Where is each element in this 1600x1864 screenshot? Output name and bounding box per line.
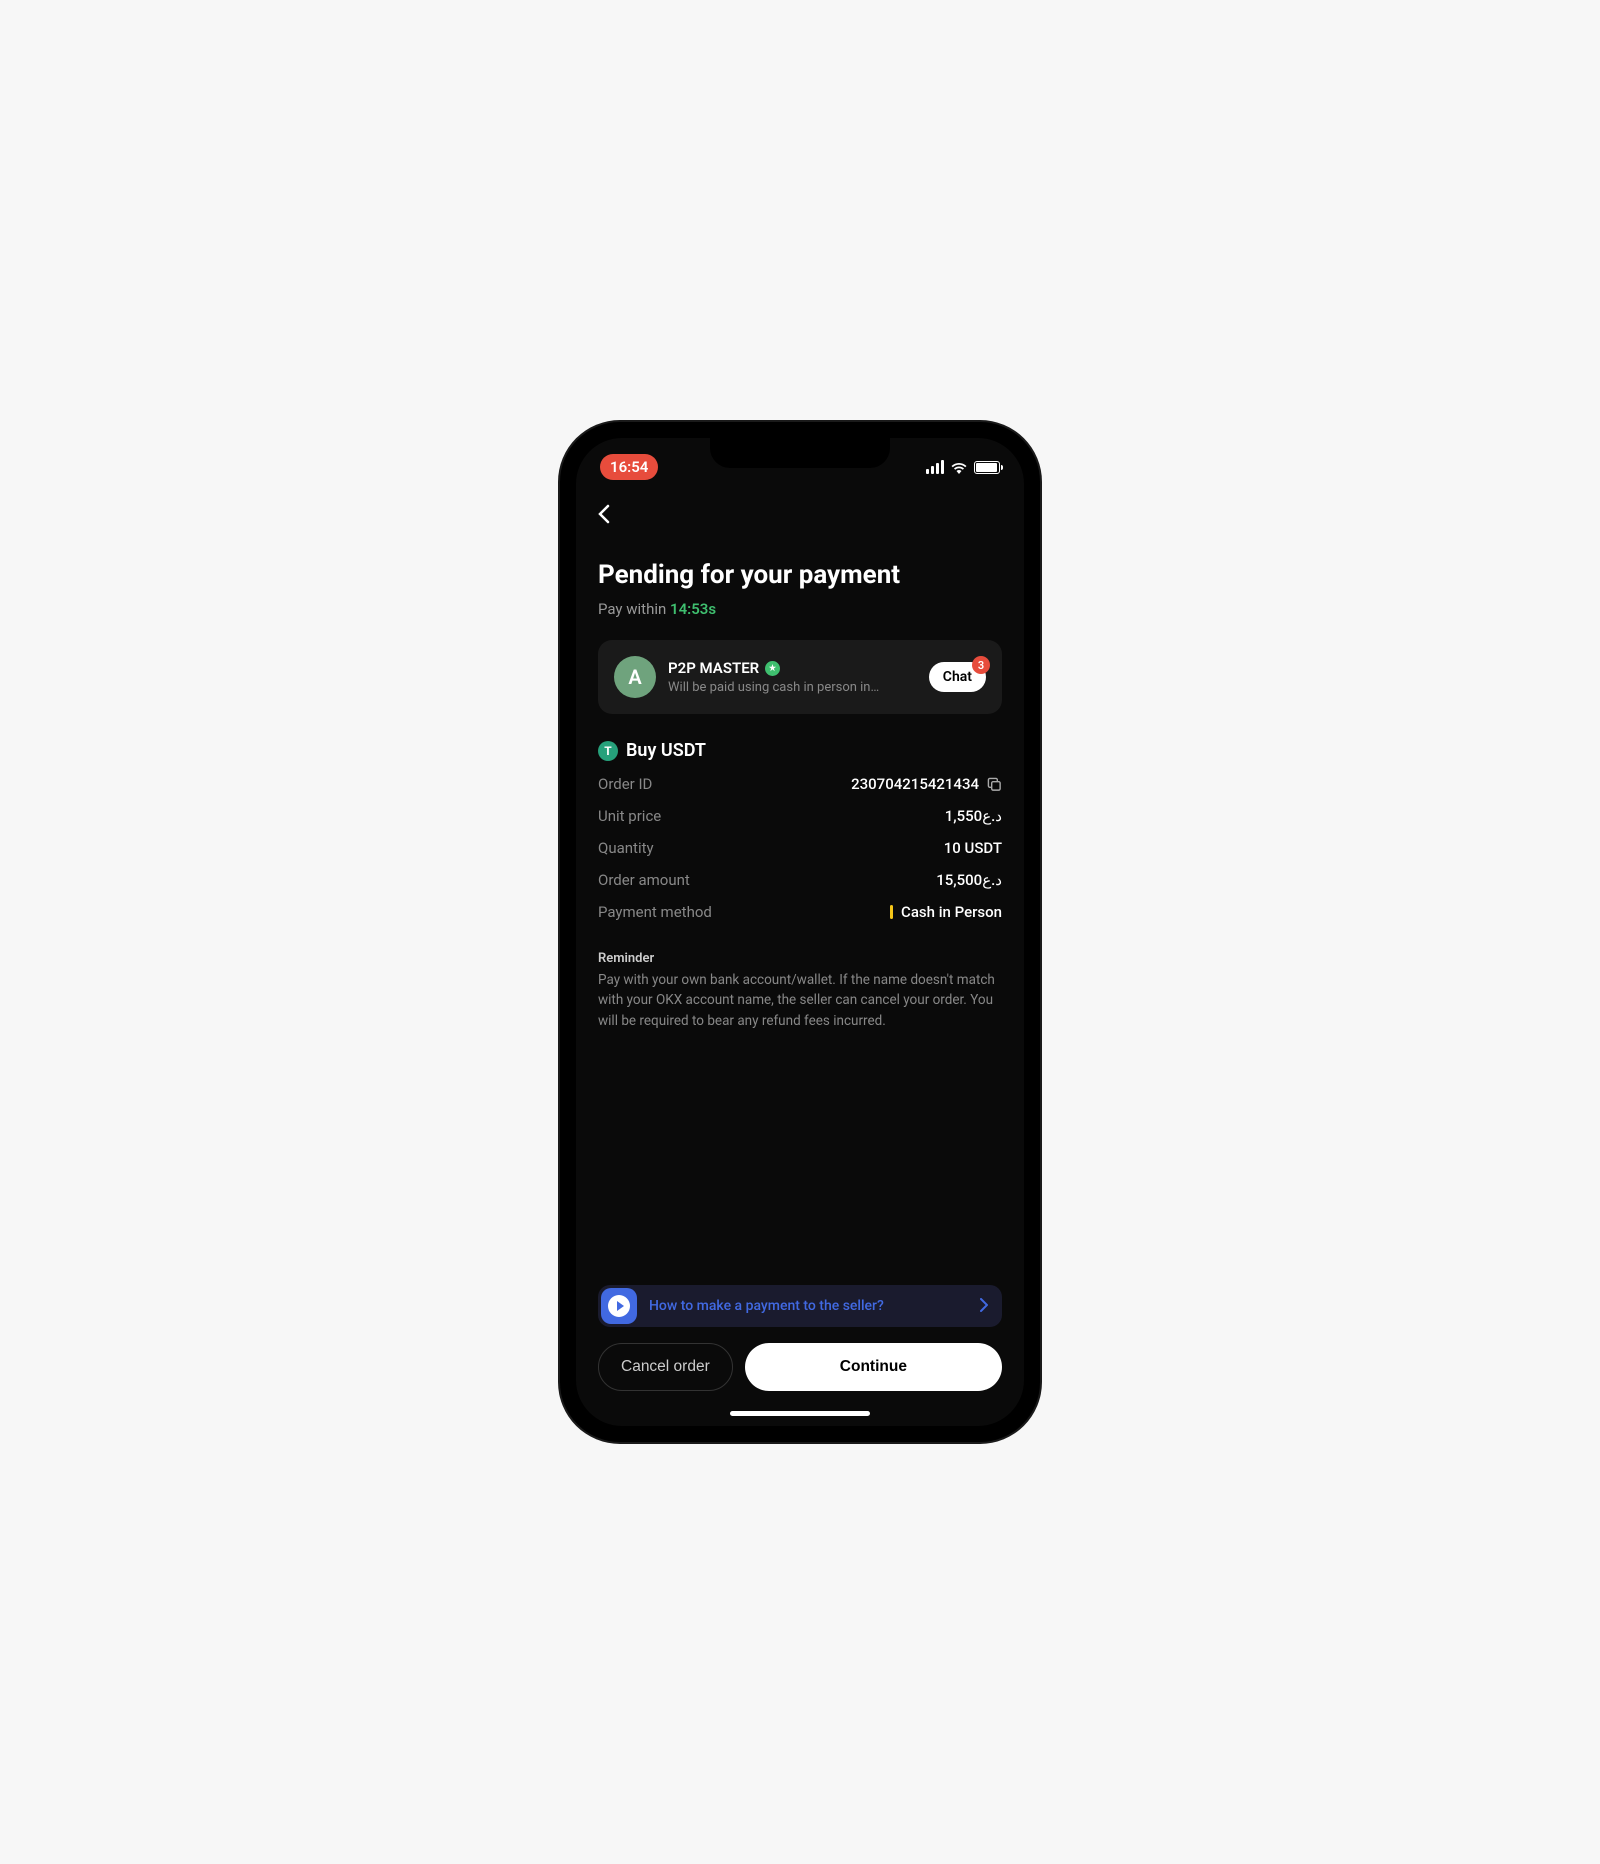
order-id-value: 230704215421434: [851, 775, 979, 793]
button-row: Cancel order Continue: [598, 1343, 1002, 1391]
page-title: Pending for your payment: [598, 560, 1002, 590]
phone-frame: 16:54 Pending for your payment: [560, 422, 1040, 1442]
unit-price-row: Unit price 1,550‎د.ع: [598, 807, 1002, 825]
play-button-icon: [601, 1288, 637, 1324]
pay-within-row: Pay within 14:53s: [598, 600, 1002, 618]
back-button[interactable]: [598, 488, 1002, 544]
unit-price-value: 1,550‎د.ع: [945, 807, 1002, 825]
battery-icon: [974, 461, 1000, 474]
order-id-label: Order ID: [598, 775, 652, 793]
cancel-order-button[interactable]: Cancel order: [598, 1343, 733, 1391]
phone-screen: 16:54 Pending for your payment: [576, 438, 1024, 1426]
chat-label: Chat: [943, 669, 972, 685]
payment-method-value: Cash in Person: [901, 903, 1002, 921]
continue-button[interactable]: Continue: [745, 1343, 1002, 1391]
chevron-left-icon: [598, 504, 610, 524]
quantity-row: Quantity 10 USDT: [598, 839, 1002, 857]
quantity-value: 10 USDT: [944, 839, 1002, 857]
order-id-row: Order ID 230704215421434: [598, 775, 1002, 793]
payment-method-label: Payment method: [598, 903, 712, 921]
payment-method-row: Payment method Cash in Person: [598, 903, 1002, 921]
unit-price-label: Unit price: [598, 807, 661, 825]
chat-notification-badge: 3: [972, 656, 990, 674]
usdt-token-icon: T: [598, 741, 618, 761]
seller-name: P2P MASTER: [668, 659, 759, 677]
reminder-section: Reminder Pay with your own bank account/…: [598, 951, 1002, 1031]
payment-timer: 14:53s: [670, 600, 716, 618]
order-amount-row: Order amount 15,500‎د.ع: [598, 871, 1002, 889]
quantity-label: Quantity: [598, 839, 654, 857]
order-amount-label: Order amount: [598, 871, 690, 889]
seller-description: Will be paid using cash in person in…: [668, 680, 917, 695]
verified-badge-icon: [765, 661, 780, 676]
seller-name-row: P2P MASTER: [668, 659, 917, 677]
help-banner[interactable]: How to make a payment to the seller?: [598, 1285, 1002, 1327]
wifi-icon: [950, 460, 968, 474]
status-time-badge: 16:54: [600, 454, 658, 480]
order-amount-value: 15,500‎د.ع: [936, 871, 1002, 889]
home-indicator[interactable]: [730, 1411, 870, 1416]
buy-label: Buy USDT: [626, 740, 706, 761]
chat-button[interactable]: Chat 3: [929, 662, 986, 692]
seller-avatar: A: [614, 656, 656, 698]
pay-within-label: Pay within: [598, 600, 666, 618]
seller-info: P2P MASTER Will be paid using cash in pe…: [668, 659, 917, 695]
reminder-title: Reminder: [598, 951, 1002, 966]
copy-icon[interactable]: [987, 777, 1002, 792]
payment-method-marker-icon: [890, 905, 893, 919]
cellular-signal-icon: [926, 460, 944, 474]
help-text: How to make a payment to the seller?: [649, 1298, 968, 1314]
buy-token-row: T Buy USDT: [598, 740, 1002, 761]
reminder-text: Pay with your own bank account/wallet. I…: [598, 970, 1002, 1031]
content: Pending for your payment Pay within 14:5…: [576, 488, 1024, 1426]
status-icons: [926, 460, 1000, 474]
seller-card[interactable]: A P2P MASTER Will be paid using cash in …: [598, 640, 1002, 714]
chevron-right-icon: [980, 1297, 988, 1316]
notch: [710, 438, 890, 468]
